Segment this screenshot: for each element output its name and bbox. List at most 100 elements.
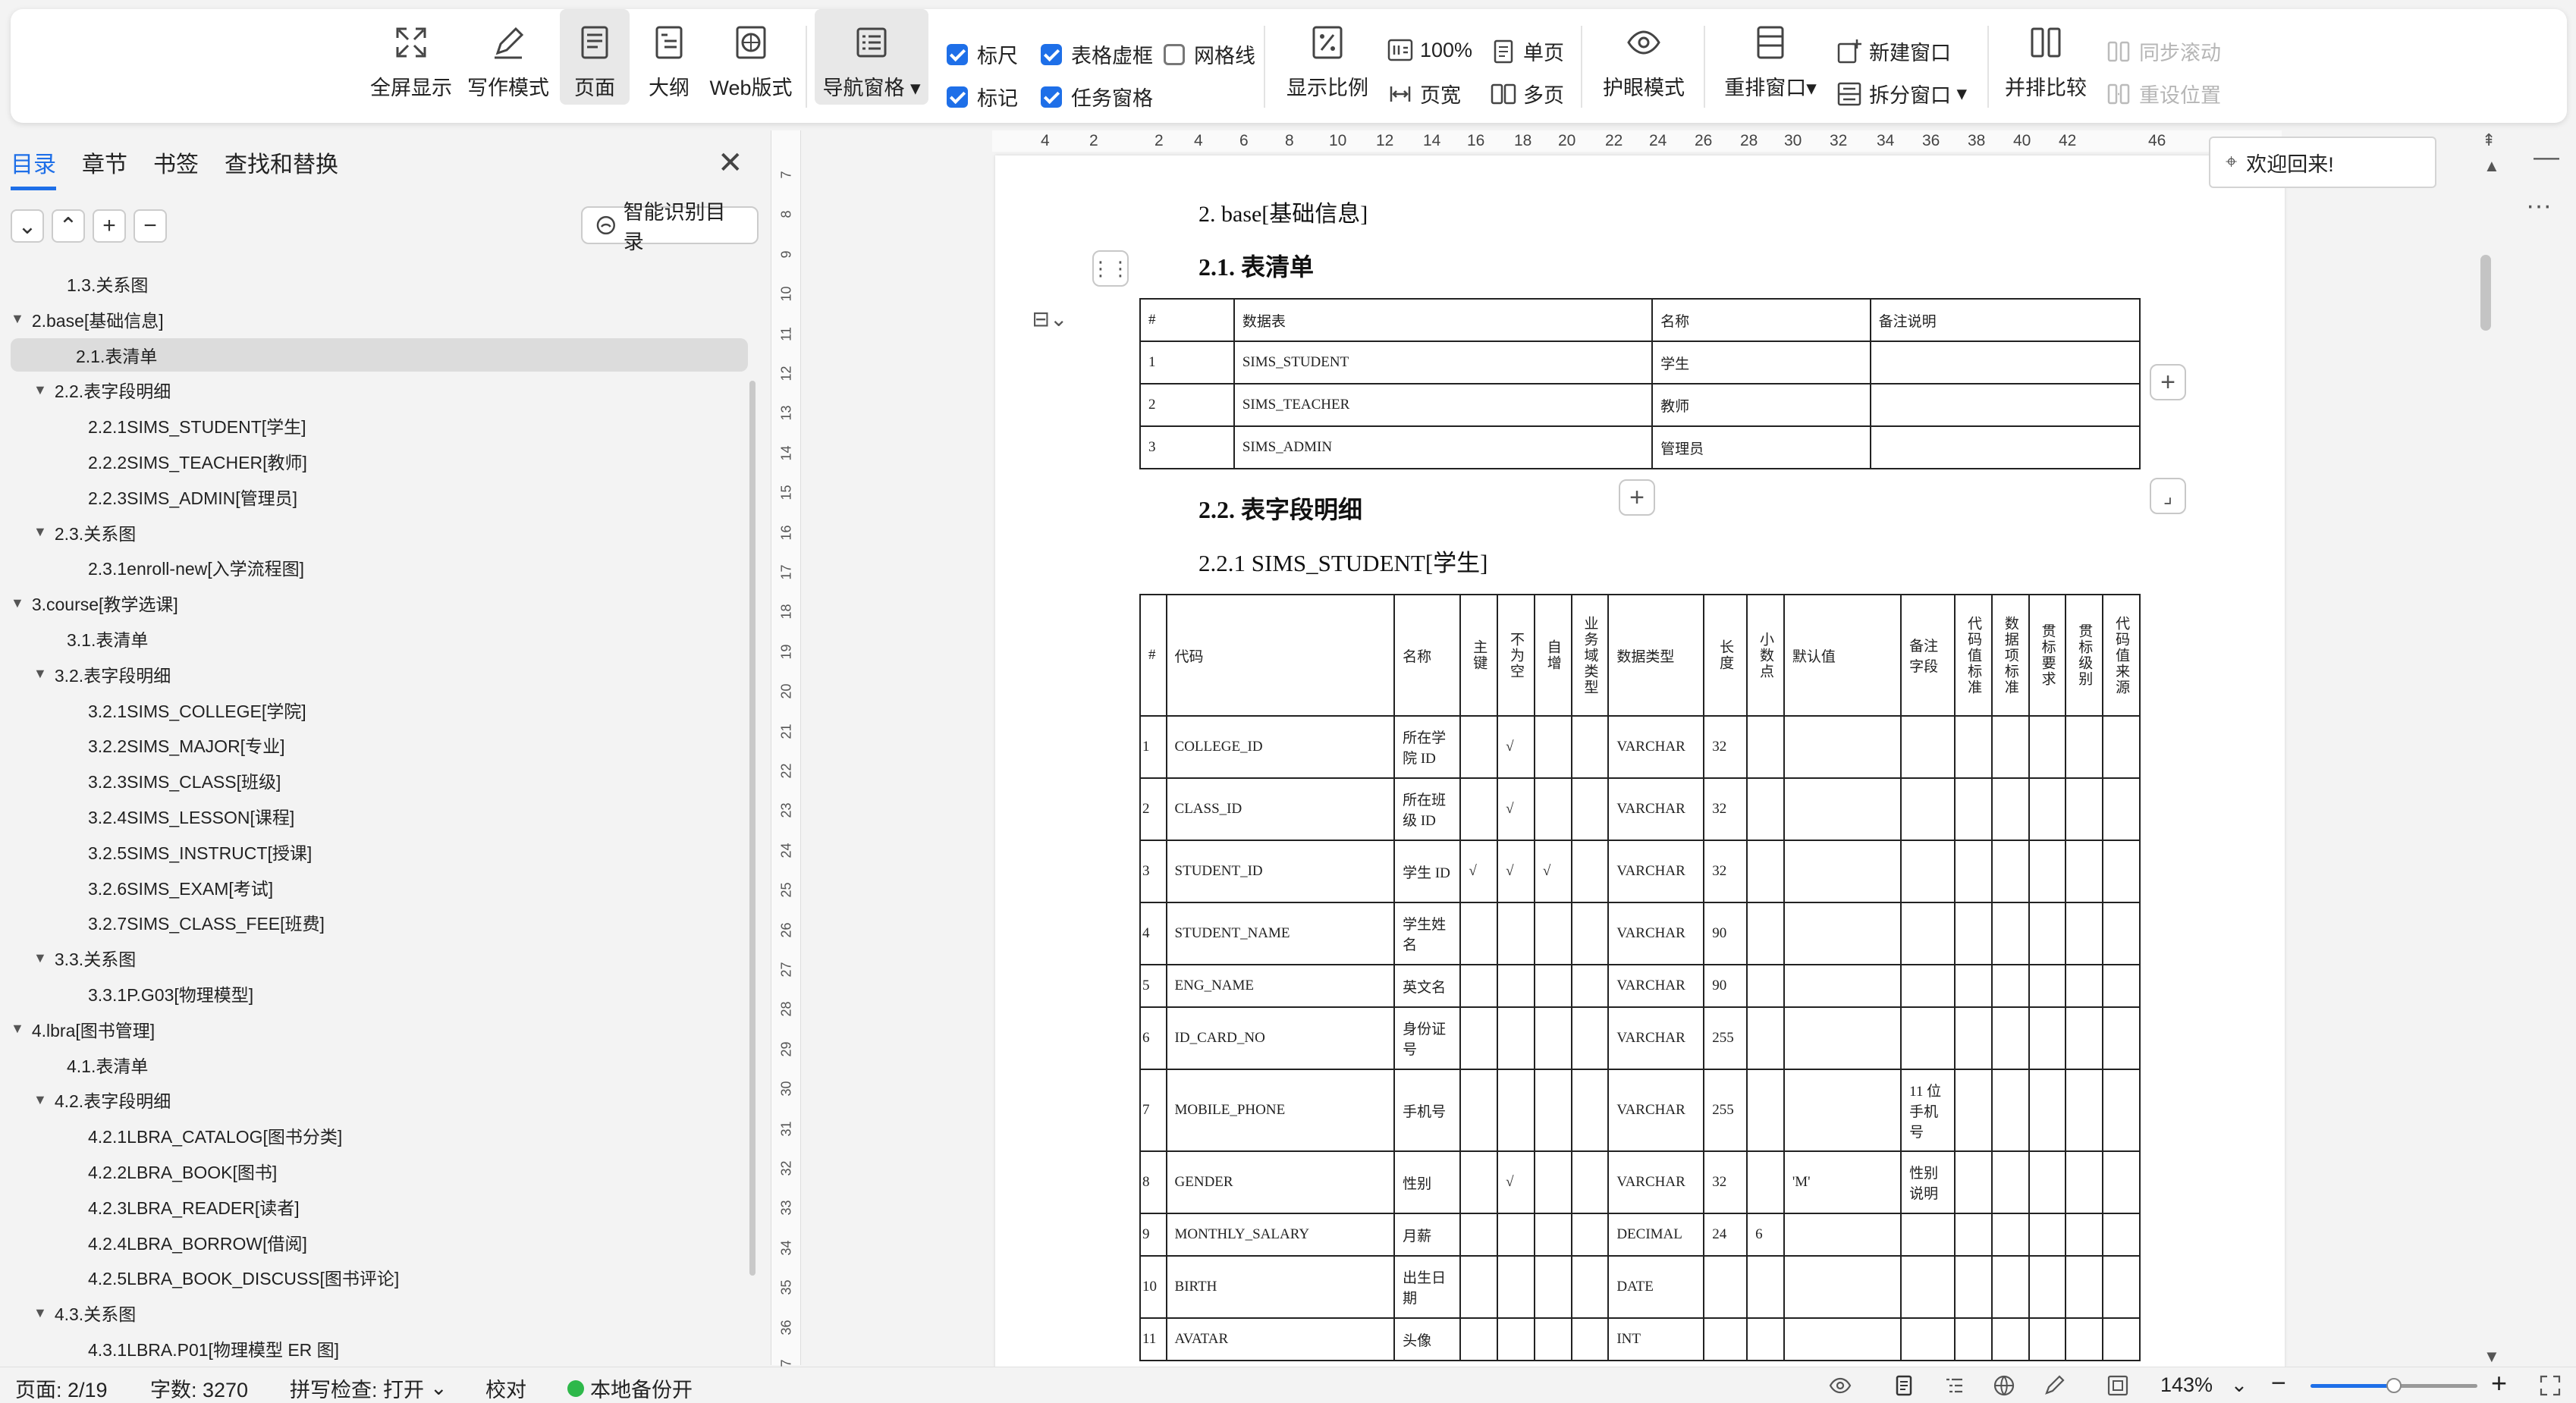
task-pane-checkbox[interactable]: 任务窗格 (1041, 82, 1153, 111)
table-cell[interactable] (2028, 1069, 2067, 1152)
table-cell[interactable] (1746, 1255, 1785, 1319)
table-cell[interactable]: 3 (1139, 840, 1167, 903)
scroll-arrow-up-icon[interactable]: ▲ (2483, 156, 2500, 176)
table-header-cell[interactable]: 不为空 (1497, 594, 1535, 717)
table-cell[interactable]: ENG_NAME (1165, 964, 1396, 1008)
table-cell[interactable]: ID_CARD_NO (1165, 1006, 1396, 1070)
table-cell[interactable] (1570, 840, 1610, 903)
table-cell[interactable]: SIMS_STUDENT (1233, 341, 1654, 384)
table-cell[interactable] (1497, 1006, 1535, 1070)
zoom-in-button[interactable]: + (2491, 1367, 2507, 1399)
table-cell[interactable] (1459, 1317, 1499, 1361)
table-cell[interactable] (1783, 902, 1902, 965)
table-cell[interactable]: 90 (1703, 902, 1748, 965)
table-header-cell[interactable]: 主键 (1459, 594, 1499, 717)
globe-icon[interactable] (1992, 1373, 2016, 1398)
table-cell[interactable] (1990, 840, 2030, 903)
toc-item[interactable]: ▼ 2.2.表字段明细 (0, 373, 171, 406)
table-menu-icon[interactable]: ⊟⌄ (1032, 300, 1068, 337)
toc-item[interactable]: ▼ 4.3.关系图 (0, 1296, 136, 1329)
zoom-100-button[interactable]: 100% (1387, 36, 1472, 64)
table-cell[interactable] (1746, 715, 1785, 779)
page-view-icon[interactable] (1892, 1373, 1916, 1398)
pen-icon[interactable] (2042, 1373, 2066, 1398)
single-page-button[interactable]: 单页 (1490, 36, 1564, 66)
table-cell[interactable] (2065, 964, 2104, 1008)
toc-item[interactable]: 3.3.1P.G03[物理模型] (0, 977, 253, 1010)
table-header-cell[interactable]: 贯标级别 (2065, 594, 2104, 717)
table-header-cell[interactable]: 贯标要求 (2028, 594, 2067, 717)
table-cell[interactable] (2028, 1006, 2067, 1070)
tab-find-replace[interactable]: 查找和替换 (225, 146, 338, 190)
table-cell[interactable] (1900, 1213, 1956, 1257)
table-cell[interactable]: 1 (1139, 715, 1167, 779)
outline-view-icon[interactable] (1942, 1373, 1966, 1398)
add-heading-button[interactable]: + (93, 209, 126, 243)
table-cell[interactable]: 身份证号 (1393, 1006, 1462, 1070)
table-cell[interactable]: 5 (1139, 964, 1167, 1008)
table-cell[interactable] (1570, 1150, 1610, 1214)
table-cell[interactable] (2102, 1255, 2141, 1319)
document-page[interactable]: 2. base[基础信息] 2.1. 表清单 # 数据表 名称 备注说明 1 SIMS_S… (995, 155, 2285, 1369)
table-header-cell[interactable]: 长度 (1703, 594, 1748, 717)
toc-item[interactable]: 3.2.1SIMS_COLLEGE[学院] (0, 693, 306, 727)
expand-triangle-icon[interactable]: ▼ (33, 382, 47, 398)
zoom-slider-handle[interactable] (2386, 1378, 2402, 1393)
table-cell[interactable] (1459, 715, 1499, 779)
table-cell[interactable]: VARCHAR (1607, 715, 1705, 779)
table-cell[interactable] (1459, 902, 1499, 965)
table-cell[interactable]: 32 (1703, 840, 1748, 903)
table-cell[interactable]: BIRTH (1165, 1255, 1396, 1319)
fit-page-icon[interactable] (2106, 1373, 2130, 1398)
toc-item[interactable]: 1.3.关系图 (0, 267, 148, 300)
table-cell[interactable] (2028, 902, 2067, 965)
table-cell[interactable] (2102, 1069, 2141, 1152)
table-cell[interactable] (1783, 1317, 1902, 1361)
table-cell[interactable]: DECIMAL (1607, 1213, 1705, 1257)
table-cell[interactable]: VARCHAR (1607, 1006, 1705, 1070)
toc-item[interactable]: 4.2.2LBRA_BOOK[图书] (0, 1154, 277, 1188)
table-cell[interactable] (2065, 1255, 2104, 1319)
table-header-cell[interactable]: 名称 (1393, 594, 1462, 717)
toc-item[interactable]: ▼ 3.2.表字段明细 (0, 658, 171, 691)
table-cell[interactable] (1900, 777, 1956, 841)
table-cell[interactable]: 性别 (1393, 1150, 1462, 1214)
table-cell[interactable]: 8 (1139, 1150, 1167, 1214)
table-cell[interactable] (2102, 1213, 2141, 1257)
writing-mode-button[interactable]: 写作模式 (461, 9, 555, 105)
table-cell[interactable]: 6 (1746, 1213, 1785, 1257)
table-cell[interactable] (2065, 715, 2104, 779)
table-gridlines-checkbox[interactable]: 表格虚框 (1041, 39, 1153, 69)
table-cell[interactable] (1570, 1317, 1610, 1361)
table-cell[interactable]: 所在班级 ID (1393, 777, 1462, 841)
table-header-cell[interactable]: 小数点 (1746, 594, 1785, 717)
table-cell[interactable]: 3 (1139, 425, 1235, 469)
toc-item[interactable]: 3.1.表清单 (0, 622, 148, 655)
sync-scroll-button[interactable]: 同步滚动 (2106, 36, 2221, 66)
zoom-out-button[interactable]: − (2271, 1369, 2286, 1398)
table-cell[interactable]: 7 (1139, 1069, 1167, 1152)
table-cell[interactable] (1954, 1150, 1993, 1214)
table-cell[interactable] (1900, 902, 1956, 965)
table-header-cell[interactable]: 数据项标准 (1990, 594, 2030, 717)
table-cell[interactable]: 学生姓名 (1393, 902, 1462, 965)
table-cell[interactable] (1783, 840, 1902, 903)
nav-pane-button[interactable]: 导航窗格 ▾ (815, 9, 928, 105)
table-cell[interactable] (1497, 1069, 1535, 1152)
table-cell[interactable] (1900, 840, 1956, 903)
resize-table-icon[interactable]: ⌟ (2150, 478, 2186, 514)
table-cell[interactable] (1954, 902, 1993, 965)
table-cell[interactable] (1900, 1006, 1956, 1070)
toc-item[interactable]: 3.2.4SIMS_LESSON[课程] (0, 799, 294, 833)
web-layout-button[interactable]: Web版式 (698, 9, 804, 105)
table-cell[interactable] (2028, 964, 2067, 1008)
table-cell[interactable] (1533, 1255, 1572, 1319)
table-cell[interactable]: 2 (1139, 383, 1235, 427)
table-cell[interactable] (1954, 1069, 1993, 1152)
table-cell[interactable] (1990, 777, 2030, 841)
table-header-cell[interactable]: 数据表 (1233, 298, 1654, 342)
table-cell[interactable]: SIMS_ADMIN (1233, 425, 1654, 469)
page-indicator[interactable]: 页面: 2/19 (15, 1373, 108, 1403)
table-cell[interactable]: 2 (1139, 777, 1167, 841)
table-cell[interactable] (1954, 1006, 1993, 1070)
